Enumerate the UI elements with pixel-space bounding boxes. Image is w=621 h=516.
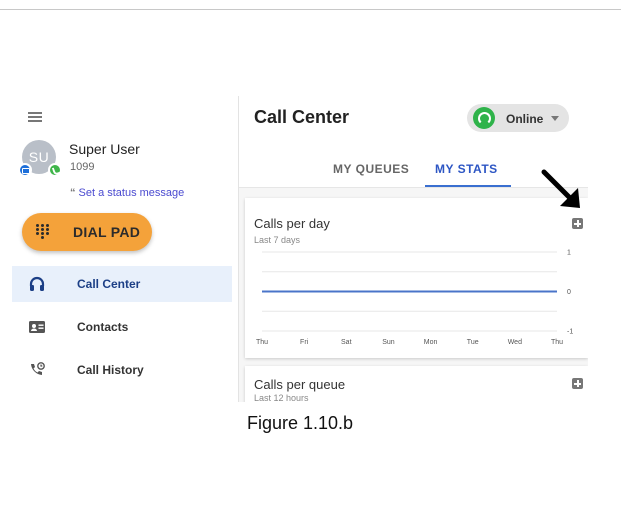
sidebar-item-call-center[interactable]: Call Center: [12, 266, 232, 302]
expand-icon[interactable]: [572, 378, 583, 389]
quote-icon: “: [70, 187, 76, 199]
y-tick-label: 1: [567, 250, 571, 257]
stats-tabs: MY QUEUES MY STATS: [239, 140, 588, 188]
annotation-arrow-icon: [541, 169, 580, 208]
phone-status-icon: [48, 163, 62, 177]
card-subtitle: Last 12 hours: [254, 393, 309, 402]
figure-caption: Figure 1.10.b: [246, 413, 354, 433]
app-screenshot: SU Super User 1099 “Set a status message…: [12, 96, 588, 402]
card-title: Calls per queue: [254, 377, 346, 392]
x-tick-label: Sat: [341, 339, 352, 346]
sidebar-item-label: Call History: [77, 363, 144, 377]
sidebar-item-contacts[interactable]: Contacts: [12, 309, 232, 345]
x-tick-label: Mon: [424, 339, 438, 346]
sidebar-item-label: Call Center: [77, 277, 141, 291]
top-divider: [0, 9, 621, 10]
hamburger-menu-icon[interactable]: [28, 112, 42, 122]
y-tick-label: -1: [567, 329, 573, 336]
presence-status-dropdown[interactable]: Online: [467, 104, 569, 132]
tab-my-queues[interactable]: MY QUEUES: [333, 162, 409, 176]
dial-pad-label: DIAL PAD: [73, 224, 141, 240]
sidebar-item-label: Contacts: [77, 320, 129, 334]
status-message-label: Set a status message: [78, 187, 185, 199]
chevron-down-icon: [551, 116, 559, 121]
calls-per-day-chart: 1 0 -1 Thu Fri Sat Sun Mon Tue Wed Thu: [256, 250, 573, 347]
calls-per-queue-card: Calls per queue Last 12 hours: [245, 366, 588, 402]
dialpad-icon: [36, 224, 50, 240]
x-tick-label: Sun: [382, 339, 395, 346]
x-tick-label: Fri: [300, 339, 309, 346]
set-status-message-link[interactable]: “Set a status message: [70, 187, 184, 199]
sidebar-item-call-history[interactable]: Call History: [12, 352, 232, 388]
tab-my-stats[interactable]: MY STATS: [435, 162, 498, 176]
dial-pad-button[interactable]: DIAL PAD: [22, 213, 152, 251]
headset-icon: [29, 276, 45, 291]
headset-status-icon: [473, 107, 495, 129]
phone-history-icon: [31, 362, 45, 375]
calls-per-day-card: Calls per day Last 7 days 1 0 -1 Thu Fri Sat S…: [245, 198, 588, 358]
user-name: Super User: [69, 141, 140, 157]
x-tick-label: Wed: [508, 339, 522, 346]
page-title: Call Center: [254, 107, 350, 127]
x-tick-label: Thu: [551, 339, 563, 346]
main-panel: Call Center Online MY QUEUES MY STATS Ca…: [239, 96, 588, 402]
main-header: Call Center Online: [239, 96, 588, 140]
active-tab-indicator: [425, 185, 511, 187]
x-tick-label: Tue: [467, 339, 479, 346]
y-tick-label: 0: [567, 289, 571, 296]
chat-status-icon: [18, 163, 32, 177]
contact-card-icon: [29, 321, 45, 333]
x-tick-label: Thu: [256, 339, 268, 346]
sidebar: SU Super User 1099 “Set a status message…: [12, 96, 238, 402]
presence-status-label: Online: [506, 112, 544, 126]
user-extension: 1099: [70, 161, 95, 173]
